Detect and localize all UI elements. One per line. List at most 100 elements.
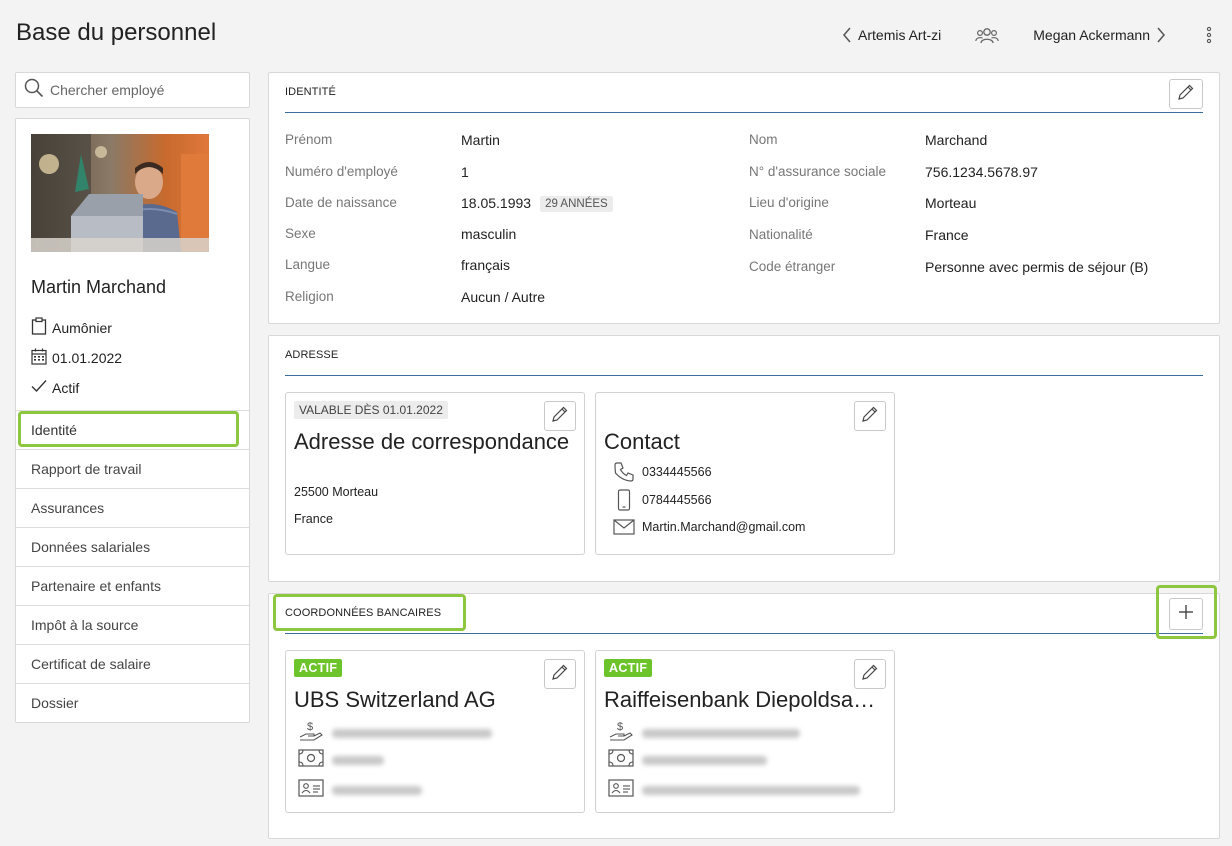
menu-item-partenaire-et-enfants[interactable]: Partenaire et enfants [16, 566, 249, 605]
menu-item-certificat-de-salaire[interactable]: Certificat de salaire [16, 644, 249, 683]
id-card-icon [298, 779, 324, 802]
phone-row: 0334445566 [610, 461, 712, 483]
identity-panel-title: IDENTITÉ [285, 86, 336, 98]
address-panel-header: ADRESSE [285, 336, 1203, 376]
menu-item-dossier[interactable]: Dossier [16, 683, 249, 722]
address-card-title: Adresse de correspondance [294, 429, 570, 454]
next-employee-button[interactable]: Megan Ackermann [1033, 27, 1166, 43]
previous-employee-name: Artemis Art-zi [858, 27, 942, 43]
iban-row: $ [298, 719, 492, 748]
redacted-payment-type [332, 756, 384, 765]
next-employee-name: Megan Ackermann [1033, 27, 1150, 43]
address-panel: ADRESSE VALABLE DÈS 01.01.2022 Adresse d… [268, 335, 1220, 582]
menu-item-identite[interactable]: Identité [16, 410, 249, 449]
svg-text:$: $ [307, 721, 313, 733]
start-date-row: 01.01.2022 [31, 348, 122, 368]
chevron-left-icon [842, 27, 852, 43]
account-holder-row [298, 779, 422, 802]
add-bank-account-button[interactable] [1169, 598, 1203, 630]
menu-item-impot-a-la-source[interactable]: Impôt à la source [16, 605, 249, 644]
identity-panel-header: IDENTITÉ [285, 73, 1203, 113]
phone-number[interactable]: 0334445566 [642, 465, 712, 479]
field-value-code-etranger: Personne avec permis de séjour (B) [925, 259, 1149, 275]
redacted-iban [642, 729, 800, 738]
plus-icon [1178, 604, 1194, 625]
mobile-number[interactable]: 0784445566 [642, 493, 712, 507]
iban-row: $ [608, 719, 800, 748]
redacted-payment-type [642, 756, 767, 765]
banknote-icon [608, 749, 634, 772]
field-value-assurance-sociale: 756.1234.5678.97 [925, 164, 1038, 180]
edit-contact-button[interactable] [854, 401, 886, 431]
employee-role: Aumônier [52, 319, 112, 336]
edit-bank-account-1-button[interactable] [544, 659, 576, 689]
active-badge: ACTIF [604, 659, 653, 677]
envelope-icon [610, 519, 638, 535]
bank-panel-title: COORDONNÉES BANCAIRES [285, 607, 442, 619]
menu-item-rapport-de-travail[interactable]: Rapport de travail [16, 449, 249, 488]
field-label-sexe: Sexe [285, 226, 316, 241]
field-label-code-etranger: Code étranger [749, 259, 836, 274]
field-value-nationalite: France [925, 227, 969, 243]
menu-item-donnees-salariales[interactable]: Données salariales [16, 527, 249, 566]
bank-name-1: UBS Switzerland AG [294, 687, 496, 712]
employee-status: Actif [52, 379, 80, 396]
mobile-phone-icon [610, 489, 638, 511]
profile-card: Martin Marchand Aumônier 01.01.2022 Acti… [15, 118, 250, 723]
search-icon [24, 78, 44, 103]
employee-start-date: 01.01.2022 [52, 350, 123, 366]
contact-card: Contact 0334445566 0784445566 Martin.Mar… [595, 392, 895, 555]
field-value-prenom: Martin [461, 132, 500, 148]
calendar-icon [31, 348, 47, 368]
bank-account-card-2: ACTIF Raiffeisenbank Diepoldsau-Schmitte… [595, 650, 895, 813]
postal-address-card: VALABLE DÈS 01.01.2022 Adresse de corres… [285, 392, 585, 555]
bank-account-card-1: ACTIF UBS Switzerland AG $ [285, 650, 585, 813]
contact-card-title: Contact [604, 429, 680, 454]
search-input[interactable] [50, 82, 240, 98]
mobile-row: 0784445566 [610, 489, 712, 511]
identity-panel: IDENTITÉ Prénom Martin Numéro d'employé … [268, 72, 1220, 324]
field-label-lieu-origine: Lieu d'origine [749, 195, 829, 210]
phone-icon [610, 461, 638, 483]
bank-name-2: Raiffeisenbank Diepoldsau-Schmitter [604, 687, 886, 712]
email-address[interactable]: Martin.Marchand@gmail.com [642, 520, 805, 534]
field-value-numero-employe: 1 [461, 164, 469, 180]
edit-identity-button[interactable] [1169, 79, 1203, 109]
bank-panel-header: COORDONNÉES BANCAIRES [285, 594, 1203, 634]
field-label-prenom: Prénom [285, 132, 333, 147]
employee-navigation: Artemis Art-zi Megan Ackermann [842, 22, 1212, 48]
pencil-icon [551, 663, 569, 686]
pencil-icon [861, 663, 879, 686]
money-hand-icon: $ [298, 719, 324, 748]
section-menu: Identité Rapport de travail Assurances D… [16, 410, 249, 722]
banknote-icon [298, 749, 324, 772]
employee-search[interactable] [15, 72, 250, 108]
status-row: Actif [31, 379, 79, 396]
active-badge: ACTIF [294, 659, 343, 677]
role-row: Aumônier [31, 317, 112, 338]
clipboard-icon [31, 317, 47, 338]
field-label-nom: Nom [749, 132, 778, 147]
previous-employee-button[interactable]: Artemis Art-zi [842, 27, 941, 43]
email-row: Martin.Marchand@gmail.com [610, 519, 805, 535]
field-value-sexe: masculin [461, 226, 517, 242]
team-icon[interactable] [975, 26, 1000, 44]
edit-address-button[interactable] [544, 401, 576, 431]
account-holder-row [608, 779, 860, 802]
employee-name: Martin Marchand [31, 277, 167, 297]
bank-panel: COORDONNÉES BANCAIRES ACTIF UBS Switzerl… [268, 593, 1220, 839]
redacted-account-holder [332, 786, 422, 795]
address-country: France [294, 512, 333, 526]
pencil-icon [1177, 83, 1195, 106]
svg-text:$: $ [617, 721, 623, 733]
menu-item-assurances[interactable]: Assurances [16, 488, 249, 527]
field-value-nom: Marchand [925, 132, 988, 148]
address-city: 25500 Morteau [294, 485, 379, 499]
chevron-right-icon [1156, 27, 1166, 43]
edit-bank-account-2-button[interactable] [854, 659, 886, 689]
field-value-date-naissance: 18.05.1993 29 ANNÉES [461, 195, 613, 212]
field-value-langue: français [461, 257, 511, 273]
checkmark-icon [31, 379, 47, 396]
id-card-icon [608, 779, 634, 802]
more-options-icon[interactable] [1206, 26, 1212, 44]
